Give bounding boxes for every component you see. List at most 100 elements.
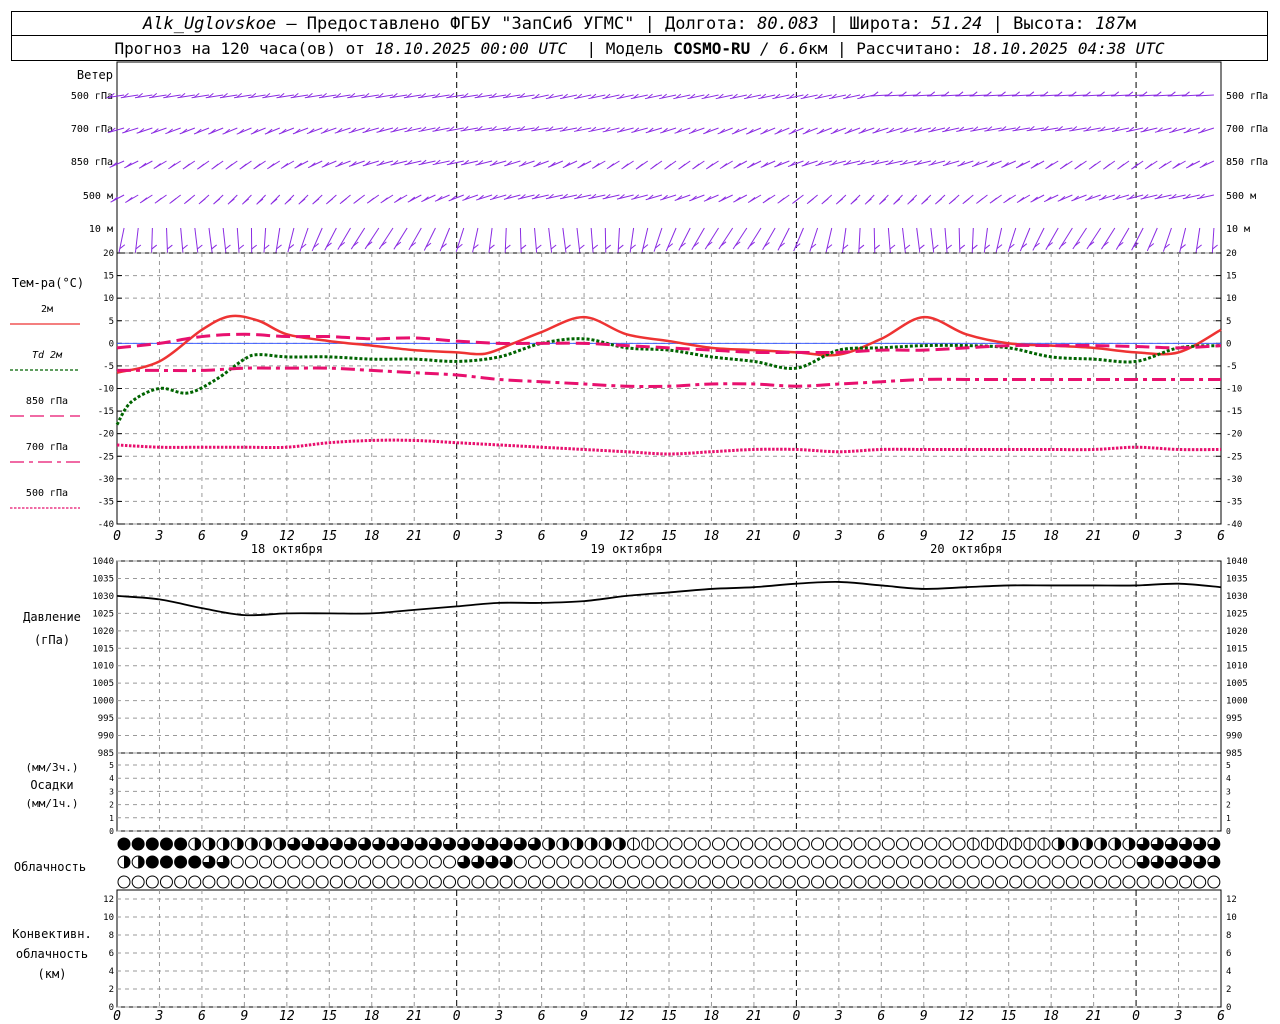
cloud-cover-icon <box>1108 855 1122 869</box>
x-tick-label: 3 <box>494 529 503 544</box>
cloud-cover-icon <box>457 855 471 869</box>
cloud-cover-icon <box>372 855 386 869</box>
wind-barb <box>674 194 691 201</box>
pressure-ytick-left: 1040 <box>92 557 114 567</box>
temp-ytick-left: -35 <box>98 497 114 507</box>
legend-label-td2m: Td 2м <box>32 350 63 361</box>
cloud-cover-icon <box>443 875 457 889</box>
cloud-cover-icon <box>117 875 131 889</box>
wind-barb <box>194 227 199 253</box>
wind-barb-flag <box>182 244 188 250</box>
x-tick-label-bottom: 18 <box>1043 1009 1059 1024</box>
wind-barb <box>562 160 578 169</box>
cloud-cover-icon <box>216 855 230 869</box>
cloud-cover-icon <box>301 837 315 851</box>
cloud-cover-icon <box>287 837 301 851</box>
x-tick-label: 9 <box>240 529 248 544</box>
cloud-cover-icon <box>811 875 825 889</box>
wind-barb <box>733 160 748 169</box>
wind-barb <box>645 127 663 134</box>
cloud-cover-icon <box>1193 875 1207 889</box>
cloud-cover-icon <box>726 855 740 869</box>
cloud-cover-icon <box>1079 855 1093 869</box>
wind-barb-flag <box>808 198 814 203</box>
wind-barb <box>745 127 762 135</box>
cloud-cover-icon <box>485 875 499 889</box>
cloud-cover-icon <box>1136 875 1150 889</box>
cloud-cover-icon <box>386 855 400 869</box>
x-tick-label-bottom: 6 <box>1217 1009 1225 1024</box>
cloud-cover-icon <box>895 837 909 851</box>
temp-ytick-right: -15 <box>1226 407 1242 417</box>
cloud-cover-icon <box>372 875 386 889</box>
wind-barb <box>886 127 903 134</box>
pressure-ytick-left: 1000 <box>92 697 114 707</box>
wind-barb-flag <box>354 197 361 203</box>
temp-ytick-left: -5 <box>103 362 114 372</box>
x-tick-label: 6 <box>1217 529 1225 544</box>
cloud-cover-icon <box>145 855 159 869</box>
cloud-cover-icon <box>584 875 598 889</box>
wind-barb <box>592 160 606 169</box>
cloud-cover-icon <box>584 837 598 851</box>
cloud-cover-icon <box>839 855 853 869</box>
wind-barb <box>1058 227 1073 250</box>
x-tick-label: 21 <box>1086 529 1102 544</box>
cloud-cover-icon <box>782 875 796 889</box>
pressure-ytick-left: 1025 <box>92 609 114 619</box>
convective-ytick-right: 12 <box>1226 895 1237 905</box>
cloud-cover-icon <box>131 837 145 851</box>
wind-barb <box>236 227 240 253</box>
cloud-cover-icon <box>400 855 414 869</box>
x-tick-label: 3 <box>1174 529 1183 544</box>
cloud-cover-icon <box>867 855 881 869</box>
temp-ytick-right: -5 <box>1226 362 1237 372</box>
pressure-ytick-right: 1025 <box>1226 609 1248 619</box>
x-tick-label: 6 <box>198 529 206 544</box>
cloud-cover-icon <box>839 837 853 851</box>
x-tick-label: 21 <box>746 529 762 544</box>
pressure-ytick-right: 1040 <box>1226 557 1248 567</box>
x-tick-label-bottom: 6 <box>538 1009 546 1024</box>
precip-ytick-right: 0 <box>1226 827 1231 836</box>
convective-ytick-left: 8 <box>109 931 114 941</box>
cloud-cover-icon <box>117 855 131 869</box>
cloud-cover-icon <box>1108 875 1122 889</box>
cloud-cover-icon <box>1179 837 1193 851</box>
temp-ytick-left: -10 <box>98 385 114 395</box>
x-tick-label: 18 <box>1043 529 1059 544</box>
wind-barb <box>576 227 581 253</box>
cloud-cover-icon <box>386 875 400 889</box>
cloud-cover-icon <box>1150 855 1164 869</box>
wind-barb-flag <box>238 244 245 250</box>
wind-barb <box>616 194 634 200</box>
pressure-ytick-right: 1015 <box>1226 644 1248 654</box>
cloud-cover-icon <box>513 855 527 869</box>
wind-barb <box>760 160 776 168</box>
wind-barb <box>393 227 408 250</box>
x-tick-label: 3 <box>834 529 843 544</box>
cloud-panel-label: Облачность <box>14 860 86 874</box>
wind-barb-flag <box>243 198 250 204</box>
wind-barb-flag <box>946 244 953 250</box>
precip-ytick-left: 2 <box>109 801 114 810</box>
wind-barb-flag <box>550 244 557 250</box>
cloud-cover-icon <box>343 875 357 889</box>
wind-level-label-left: 500 гПа <box>71 91 113 102</box>
x-tick-label-bottom: 6 <box>877 1009 885 1024</box>
cloud-cover-icon <box>669 855 683 869</box>
pressure-ytick-right: 995 <box>1226 714 1242 724</box>
x-tick-label-bottom: 0 <box>1132 1009 1140 1024</box>
x-tick-label: 15 <box>661 529 677 544</box>
cloud-cover-icon <box>910 875 924 889</box>
cloud-cover-icon <box>329 875 343 889</box>
convective-ytick-right: 4 <box>1226 967 1231 977</box>
convective-ytick-left: 6 <box>109 949 114 959</box>
wind-level-label-right: 850 гПа <box>1226 157 1268 168</box>
pressure-ytick-left: 1030 <box>92 592 114 602</box>
cloud-cover-icon <box>1164 855 1178 869</box>
x-tick-label-bottom: 9 <box>580 1009 588 1024</box>
wind-barb-flag <box>170 197 177 203</box>
wind-barb-flag <box>617 244 624 250</box>
temp-ytick-left: -30 <box>98 475 114 485</box>
